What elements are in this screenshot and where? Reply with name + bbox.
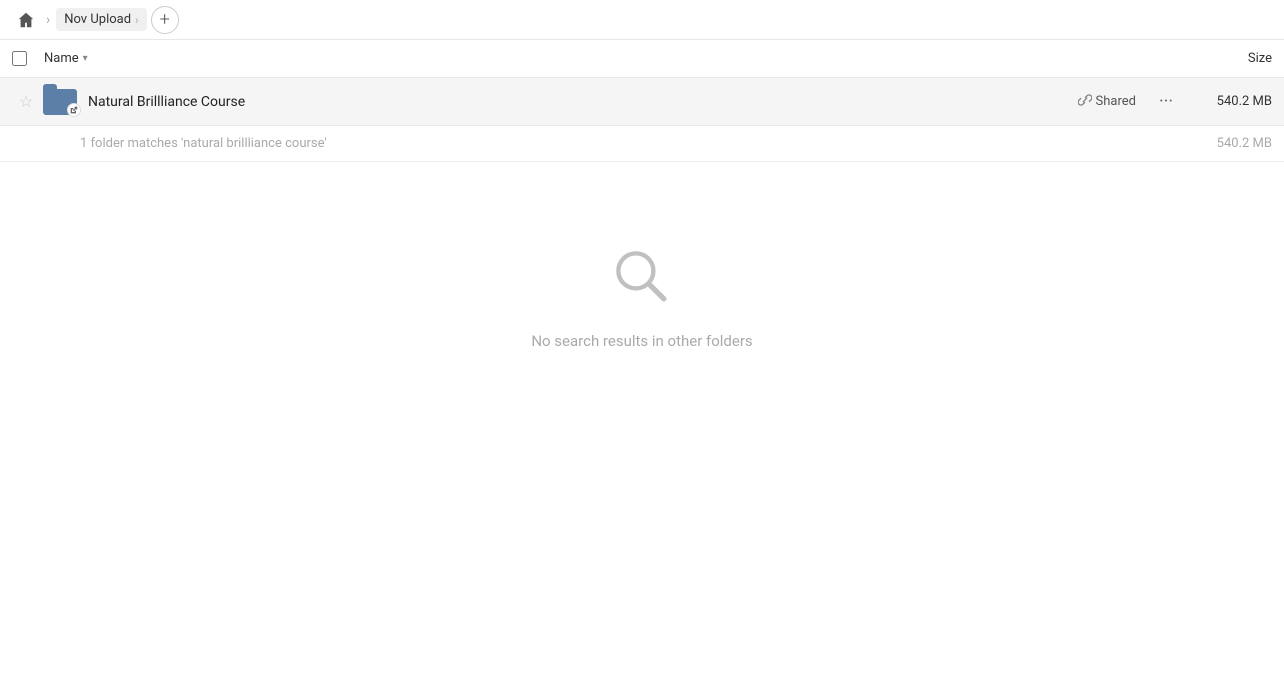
folder-link-badge [67,103,81,117]
more-options-button[interactable]: ··· [1152,88,1180,116]
breadcrumb-bar: › Nov Upload › + [0,0,1284,40]
breadcrumb-item-chevron: › [135,13,139,27]
sort-icon: ▾ [83,53,88,64]
file-name[interactable]: Natural Brillliance Course [88,94,1078,110]
summary-row: 1 folder matches 'natural brillliance co… [0,126,1284,162]
breadcrumb-nov-upload-label: Nov Upload [64,12,131,27]
empty-state: No search results in other folders [0,162,1284,390]
select-all-checkbox-container[interactable] [12,51,44,66]
select-all-checkbox[interactable] [12,51,27,66]
size-column-label: Size [1248,51,1272,66]
summary-text: 1 folder matches 'natural brillliance co… [80,136,1192,151]
empty-text: No search results in other folders [531,332,752,350]
home-button[interactable] [12,6,40,34]
breadcrumb-chevron-1: › [46,12,50,28]
empty-search-icon [607,242,677,316]
column-headers: Name ▾ Size [0,40,1284,78]
file-size: 540.2 MB [1192,94,1272,109]
folder-icon [43,89,77,115]
star-button[interactable]: ☆ [12,92,40,111]
add-breadcrumb-button[interactable]: + [151,6,179,34]
summary-size: 540.2 MB [1192,136,1272,151]
folder-icon-container [40,84,80,120]
name-column-header[interactable]: Name ▾ [44,51,1172,66]
file-row[interactable]: ☆ Natural Brillliance Course Shared ··· … [0,78,1284,126]
shared-badge: Shared [1078,93,1136,111]
breadcrumb-nov-upload[interactable]: Nov Upload › [56,8,146,31]
link-icon [1078,93,1092,111]
more-icon: ··· [1159,91,1173,112]
size-column-header: Size [1172,51,1272,66]
shared-label: Shared [1096,94,1136,109]
name-column-label: Name [44,51,79,66]
star-icon: ☆ [19,92,33,111]
